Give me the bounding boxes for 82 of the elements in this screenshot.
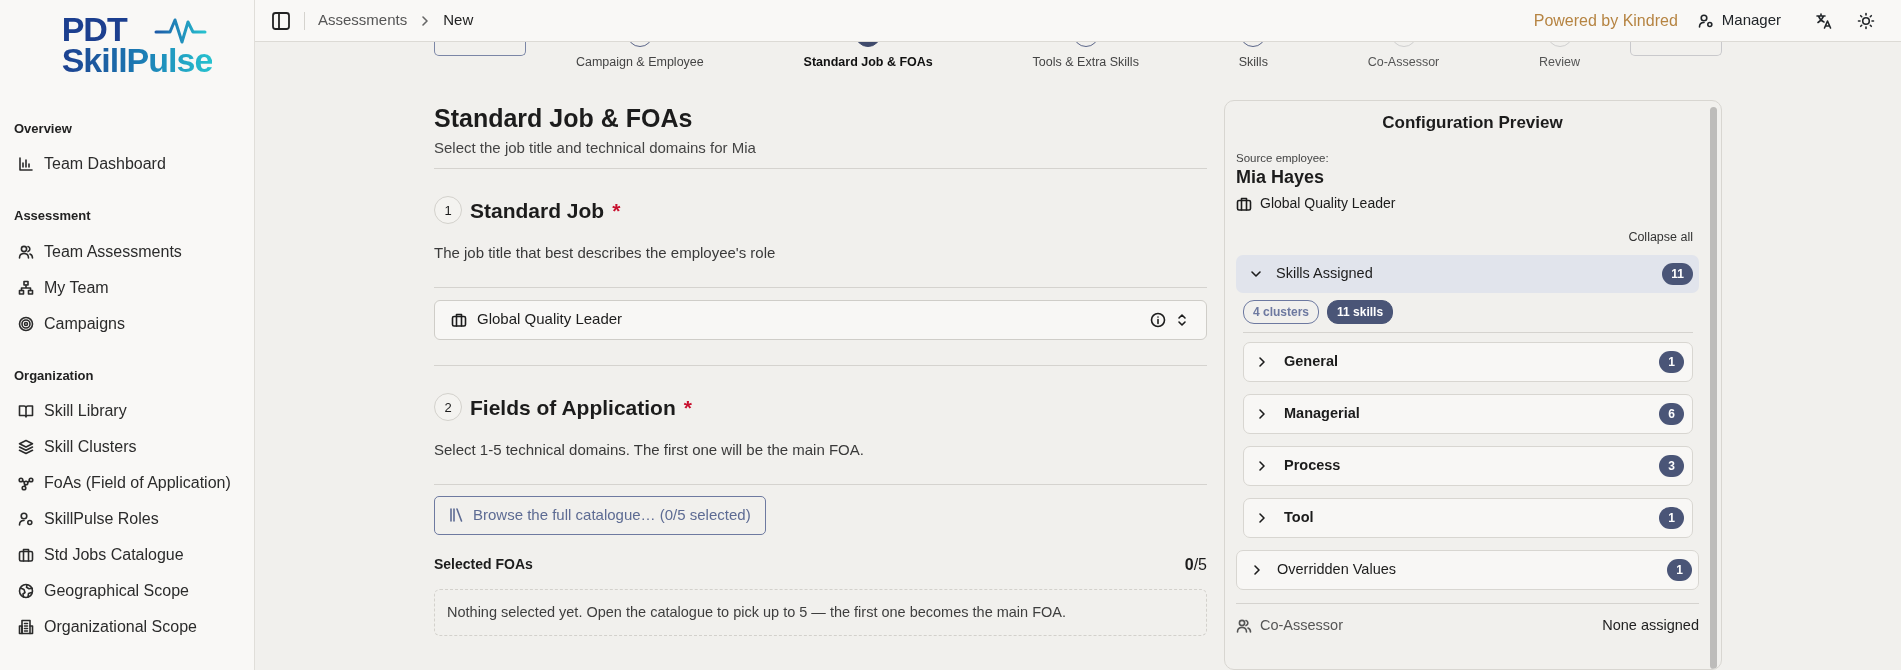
briefcase-icon <box>18 547 34 564</box>
layers-icon <box>18 439 34 456</box>
count-badge: 1 <box>1659 351 1684 374</box>
sidebar-item[interactable]: Geographical Scope <box>4 573 250 610</box>
job-select[interactable]: Global Quality Leader <box>434 299 1207 340</box>
globe-icon <box>18 583 34 600</box>
count-badge: 1 <box>1659 507 1684 530</box>
group-header[interactable]: Overridden Values 1 <box>1236 550 1699 591</box>
count-badge: 11 <box>1662 263 1693 286</box>
job-title: Global Quality Leader <box>1260 194 1396 214</box>
section-heading: Assessment <box>14 207 92 226</box>
group-header[interactable]: Skills Assigned 11 <box>1236 255 1699 294</box>
step-number: 1 <box>434 196 462 225</box>
co-assessor-value: None assigned <box>1602 616 1699 636</box>
step-label[interactable]: Co-Assessor <box>1367 53 1440 72</box>
count-chip: 4 clusters <box>1243 300 1320 325</box>
section-heading: Organization <box>14 366 95 385</box>
users-icon <box>18 243 34 260</box>
collapse-all-button[interactable]: Collapse all <box>1628 228 1693 248</box>
step-label[interactable]: Review <box>1539 53 1581 72</box>
page-title: Standard Job & FOAs <box>434 103 694 133</box>
books-icon <box>449 507 465 523</box>
section-description: The job title that best describes the employee's role <box>434 243 777 263</box>
user-gear-icon <box>1697 12 1714 29</box>
building-icon <box>18 619 34 636</box>
breadcrumb-link[interactable]: Assessments <box>318 9 408 32</box>
browse-catalogue-button[interactable]: Browse the full catalogue… (0/5 selected) <box>434 495 766 535</box>
sidebar-toggle-icon[interactable] <box>271 10 291 31</box>
employee-name: Mia Hayes <box>1236 166 1326 189</box>
back-button[interactable] <box>434 42 526 56</box>
hierarchy-icon <box>18 279 34 296</box>
count-badge: 1 <box>1667 559 1692 582</box>
step-label[interactable]: Standard Job & FOAs <box>803 53 933 72</box>
cluster-row[interactable]: Tool 1 <box>1243 498 1693 539</box>
co-assessor-label: Co-Assessor <box>1260 616 1343 636</box>
sidebar-item[interactable]: Campaigns <box>4 305 250 342</box>
required-marker: * <box>612 197 621 224</box>
powered-by-text: Powered by Kindred <box>1533 10 1678 31</box>
count-badge: 3 <box>1659 455 1684 478</box>
cluster-row[interactable]: Process 3 <box>1243 446 1693 487</box>
role-button[interactable]: Manager <box>1697 9 1781 32</box>
selected-count: 0/5 <box>1184 554 1207 575</box>
count-badge: 6 <box>1659 403 1684 426</box>
sidebar-item[interactable]: FoAs (Field of Application) <box>4 465 250 502</box>
sidebar-item[interactable]: Organizational Scope <box>4 609 250 646</box>
sidebar-item[interactable]: Std Jobs Catalogue <box>4 537 250 574</box>
required-marker: * <box>683 394 692 421</box>
briefcase-icon <box>451 311 467 328</box>
page-subtitle: Select the job title and technical domains for Mia <box>434 138 757 158</box>
sidebar-item[interactable]: Skill Clusters <box>4 429 250 466</box>
section-title: Fields of Application <box>470 394 676 420</box>
target-icon <box>18 315 34 332</box>
sidebar-item[interactable]: Team Dashboard <box>4 146 250 183</box>
section-title: Standard Job <box>470 197 605 223</box>
panel-title: Configuration Preview <box>1381 112 1564 134</box>
breadcrumb-current: New <box>443 10 474 31</box>
users-icon <box>1236 617 1252 634</box>
book-icon <box>18 403 34 420</box>
sidebar-item[interactable]: Team Assessments <box>4 233 250 270</box>
source-employee-label: Source employee: <box>1236 150 1330 166</box>
cluster-row[interactable]: Managerial 6 <box>1243 394 1693 435</box>
step-label[interactable]: Campaign & Employee <box>575 53 704 72</box>
sidebar-item[interactable]: SkillPulse Roles <box>4 501 250 538</box>
cluster-row[interactable]: General 1 <box>1243 342 1693 383</box>
count-chip: 11 skills <box>1327 300 1394 325</box>
bar-chart-icon <box>18 156 34 173</box>
selected-foas-label: Selected FOAs <box>434 555 533 574</box>
briefcase-icon <box>1236 195 1252 212</box>
translate-icon[interactable] <box>1815 11 1833 30</box>
info-icon <box>1150 311 1166 328</box>
section-heading: Overview <box>14 119 73 138</box>
sidebar-item[interactable]: My Team <box>4 269 250 306</box>
theme-toggle-icon[interactable] <box>1857 11 1875 30</box>
user-gear-icon <box>18 511 34 528</box>
step-label[interactable]: Skills <box>1238 53 1268 72</box>
scrollbar[interactable] <box>1710 107 1717 669</box>
section-description: Select 1-5 technical domains. The first one will be the main FOA. <box>434 440 865 460</box>
step-label[interactable]: Tools & Extra Skills <box>1032 53 1139 72</box>
sidebar-item[interactable]: Skill Library <box>4 393 250 430</box>
nodes-icon <box>18 475 34 492</box>
empty-state-message: Nothing selected yet. Open the catalogue to pick up to 5 — the first one becomes the main FOA. <box>434 588 1207 637</box>
step-number: 2 <box>434 393 462 422</box>
